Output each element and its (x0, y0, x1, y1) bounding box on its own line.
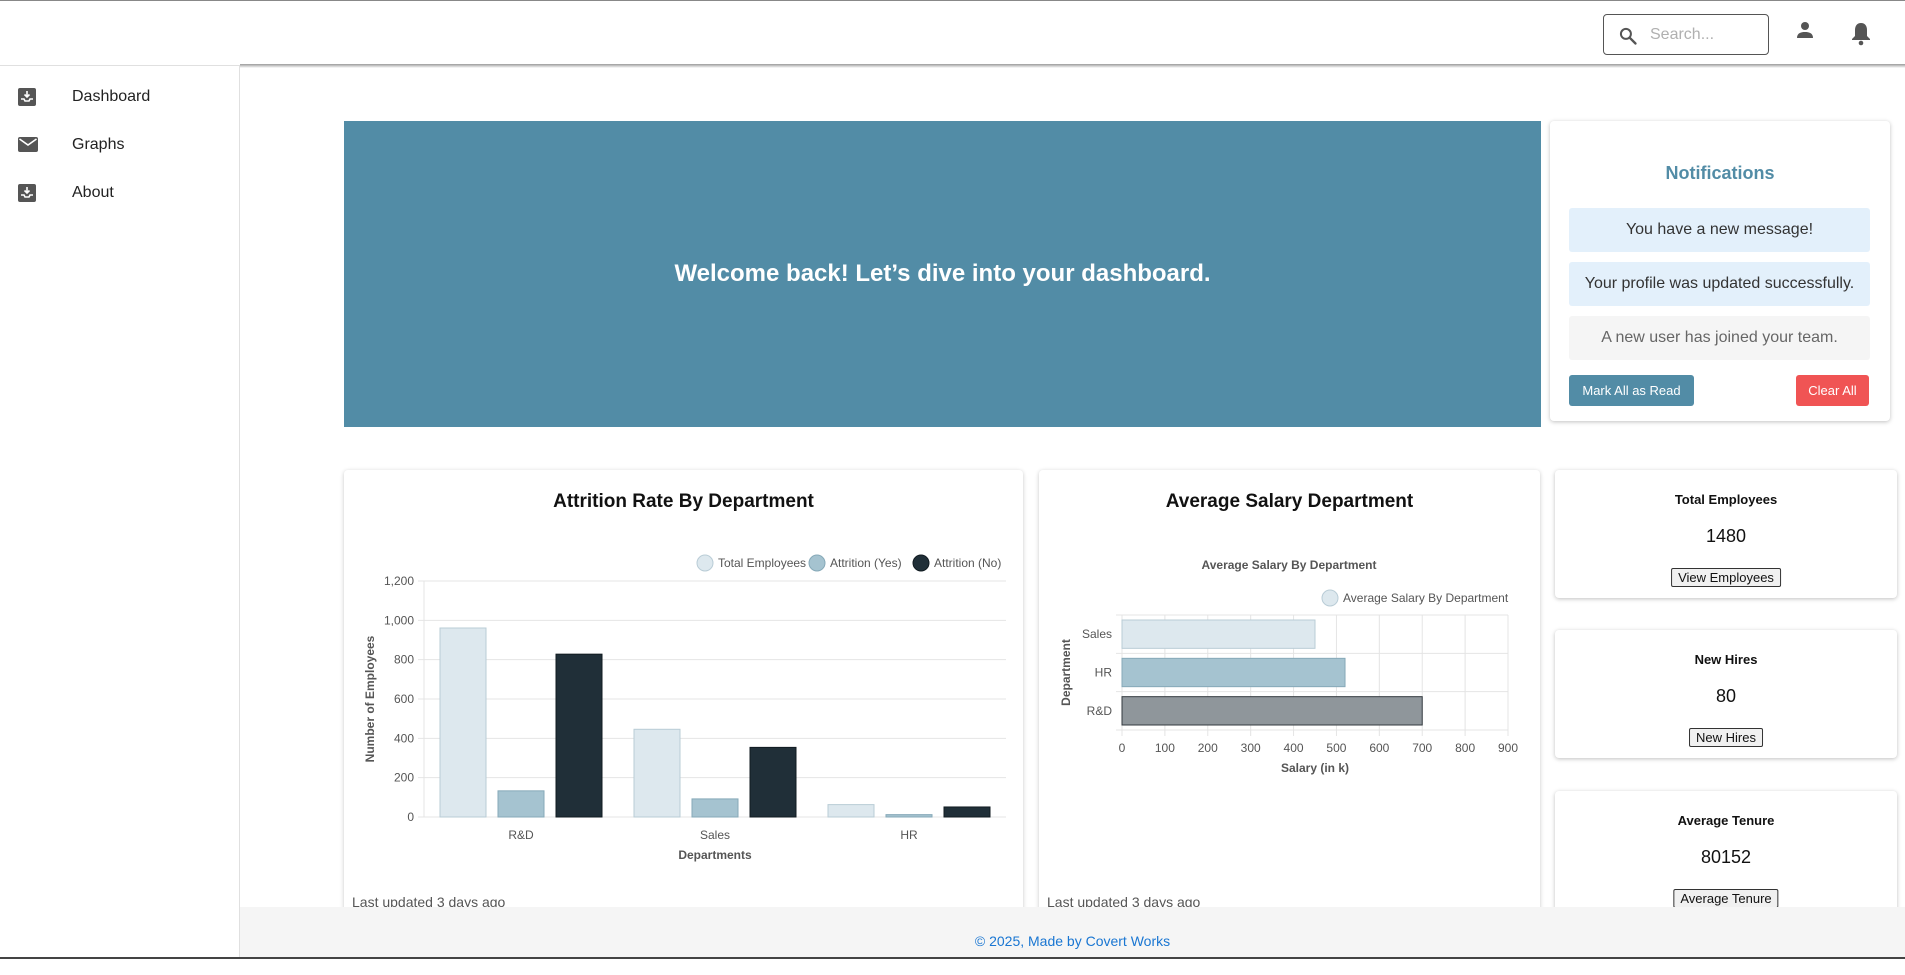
sidebar-item-dashboard[interactable]: Dashboard (0, 73, 239, 121)
y-tick-label: 600 (394, 692, 414, 706)
x-tick-label: 800 (1455, 741, 1475, 755)
x-tick-label: 600 (1369, 741, 1389, 755)
attrition-bar-chart: 0 200 400 600 800 1,000 1,200 R&D Sales HR Departm… (363, 554, 1006, 862)
salary-bar (1121, 657, 1346, 688)
inbox-icon (18, 184, 36, 202)
bar-attrition-yes- (691, 798, 739, 818)
x-tick-label: R&D (508, 828, 534, 842)
salary-bar-chart: Average Salary By Department Average Sala… (1059, 558, 1518, 775)
salary-chart-card: Average Salary Department Average Salary… (1039, 470, 1540, 920)
mark-all-read-button[interactable]: Mark All as Read (1569, 375, 1694, 406)
footer-text: © 2025, Made by Covert Works (974, 933, 1171, 949)
view-employees-button[interactable]: View Employees (1671, 568, 1781, 587)
clear-all-button[interactable]: Clear All (1796, 375, 1869, 406)
bar-attrition-no- (749, 746, 797, 818)
y-tick-label: 1,200 (384, 574, 414, 588)
notification-item[interactable]: You have a new message! (1569, 208, 1870, 252)
bar-total-employees (827, 804, 875, 818)
legend-label: Total Employees (718, 556, 806, 570)
sidebar-item-label: About (72, 184, 114, 201)
salary-bar (1121, 696, 1423, 726)
y-tick-label: HR (1095, 666, 1113, 680)
y-axis-label: Number of Employees (363, 635, 377, 762)
stat-card-total-employees: Total Employees 1480 View Employees (1555, 470, 1897, 598)
x-tick-label: 700 (1412, 741, 1432, 755)
notifications-title: Notifications (1665, 163, 1775, 183)
y-tick-label: 400 (394, 731, 414, 745)
legend-swatch (912, 554, 930, 572)
y-tick-label: 0 (407, 810, 414, 824)
legend-swatch (696, 554, 714, 572)
x-tick-label: 100 (1155, 741, 1175, 755)
stat-title: Average Tenure (1677, 813, 1775, 828)
stat-title: Total Employees (1674, 492, 1778, 507)
stat-value: 80152 (1700, 847, 1752, 867)
sidebar-item-graphs[interactable]: Graphs (0, 121, 239, 169)
mail-icon (18, 137, 38, 152)
stat-card-average-tenure: Average Tenure 80152 Average Tenure (1555, 791, 1897, 919)
top-app-bar (0, 0, 1905, 65)
welcome-banner: Welcome back! Let’s dive into your dashb… (344, 121, 1541, 427)
bar-attrition-yes- (885, 814, 933, 818)
x-tick-label: 900 (1498, 741, 1518, 755)
y-tick-label: R&D (1087, 704, 1113, 718)
welcome-message: Welcome back! Let’s dive into your dashb… (674, 260, 1211, 287)
y-tick-label: Sales (1082, 627, 1112, 641)
x-tick-label: 400 (1284, 741, 1304, 755)
bar-attrition-no- (555, 653, 603, 818)
sidebar-divider (0, 65, 240, 66)
x-tick-label: 500 (1326, 741, 1346, 755)
search-input[interactable] (1650, 23, 1762, 47)
x-tick-label: HR (900, 828, 918, 842)
stat-value: 1480 (1705, 526, 1747, 546)
chart-title: Average Salary By Department (1202, 558, 1377, 572)
stat-value: 80 (1715, 686, 1737, 706)
x-tick-label: 0 (1119, 741, 1126, 755)
bar-attrition-yes- (497, 790, 545, 818)
search-icon (1619, 27, 1637, 45)
x-tick-label: Sales (700, 828, 730, 842)
notification-item[interactable]: A new user has joined your team. (1569, 316, 1870, 360)
x-axis-label: Salary (in k) (1281, 761, 1349, 775)
stat-card-new-hires: New Hires 80 New Hires (1555, 630, 1897, 758)
sidebar: Dashboard Graphs About (0, 65, 240, 959)
y-tick-label: 1,000 (384, 613, 414, 627)
sidebar-item-about[interactable]: About (0, 169, 239, 217)
legend-swatch (1321, 589, 1339, 607)
x-tick-label: 300 (1241, 741, 1261, 755)
bar-attrition-no- (943, 806, 991, 818)
legend-label: Average Salary By Department (1343, 591, 1509, 605)
y-axis-label: Department (1059, 639, 1073, 706)
notification-item[interactable]: Your profile was updated successfully. (1569, 262, 1870, 306)
page-footer: © 2025, Made by Covert Works (240, 907, 1905, 959)
bar-total-employees (439, 627, 487, 818)
attrition-chart-card: Attrition Rate By Department 0 200 400 600 8… (344, 470, 1023, 920)
inbox-icon (18, 88, 36, 106)
salary-bar (1121, 619, 1316, 649)
stat-title: New Hires (1694, 652, 1758, 667)
bar-total-employees (633, 728, 681, 818)
new-hires-button[interactable]: New Hires (1689, 728, 1763, 747)
legend-swatch (808, 554, 826, 572)
search-box[interactable] (1603, 14, 1769, 55)
y-tick-label: 800 (394, 653, 414, 667)
average-tenure-button[interactable]: Average Tenure (1673, 889, 1779, 908)
legend-label: Attrition (Yes) (830, 556, 902, 570)
sidebar-item-label: Graphs (72, 136, 125, 153)
y-tick-label: 200 (394, 771, 414, 785)
top-bar-shadow (240, 64, 1905, 68)
account-icon[interactable] (1793, 18, 1817, 42)
legend-label: Attrition (No) (934, 556, 1001, 570)
bell-icon[interactable] (1849, 21, 1873, 47)
notifications-panel: Notifications You have a new message! Yo… (1550, 121, 1890, 421)
x-axis-label: Departments (678, 848, 752, 862)
sidebar-item-label: Dashboard (72, 88, 151, 105)
x-tick-label: 200 (1198, 741, 1218, 755)
